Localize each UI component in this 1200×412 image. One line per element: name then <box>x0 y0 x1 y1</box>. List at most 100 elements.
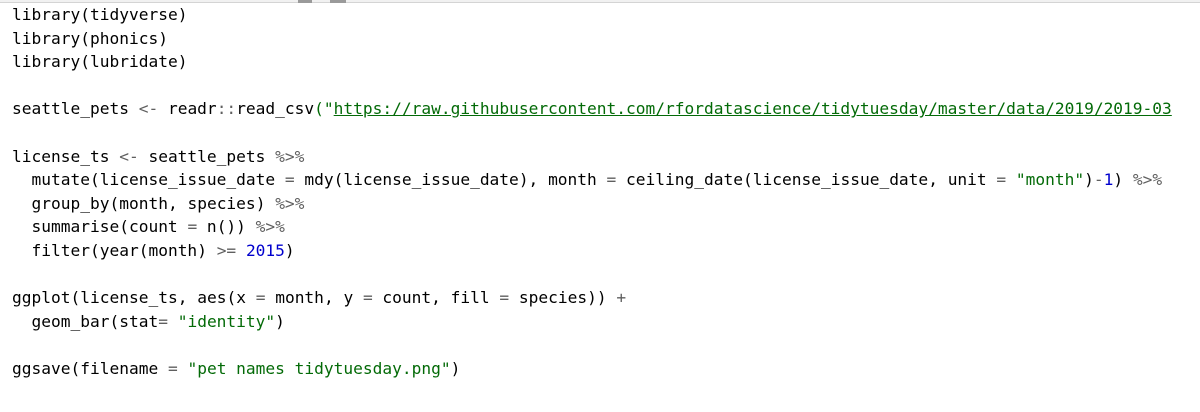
function-name-token: aes <box>197 288 227 308</box>
code-line-7[interactable]: license_ts <- seattle_pets %>% <box>12 145 1172 169</box>
punctuation-token: ) <box>284 240 295 260</box>
function-name-token: ceiling_date <box>616 170 743 190</box>
punctuation-token: ), <box>518 170 549 190</box>
code-line-13[interactable]: ggplot(license_ts, aes(x = month, y = co… <box>12 286 1172 310</box>
identifier-token: phonics <box>89 28 159 48</box>
punctuation-token: , <box>431 288 451 308</box>
code-line-11[interactable]: filter(year(month) >= 2015) <box>12 239 1172 263</box>
punctuation-token <box>1006 170 1016 189</box>
code-line-9[interactable]: group_by(month, species) %>% <box>12 192 1172 216</box>
operator-token: = <box>606 170 617 190</box>
identifier-token: seattle_pets <box>138 146 276 166</box>
function-name-token: library <box>12 28 81 48</box>
function-name-token: ggsave <box>12 358 71 378</box>
punctuation-token: ( <box>70 358 81 378</box>
number-token: 1 <box>1103 170 1114 190</box>
code-line-1[interactable]: library(tidyverse) <box>12 3 1172 27</box>
punctuation-token: ) <box>1113 170 1133 190</box>
code-line-6[interactable] <box>12 121 1172 145</box>
function-name-token: year <box>99 240 139 260</box>
punctuation-token: ) <box>255 193 276 213</box>
identifier-token: lubridate <box>89 52 178 72</box>
identifier-token: seattle_pets <box>12 99 139 119</box>
code-line-3[interactable]: library(lubridate) <box>12 50 1172 74</box>
punctuation-token <box>236 241 246 260</box>
operator-token: = <box>187 217 198 237</box>
operator-token: = <box>255 288 266 308</box>
punctuation-token: ) <box>1084 170 1094 190</box>
function-name-token: n <box>197 217 217 237</box>
identifier-token: license_issue_date <box>343 170 519 190</box>
code-line-8[interactable]: mutate(license_issue_date = mdy(license_… <box>12 168 1172 192</box>
operator-token: %>% <box>275 146 305 166</box>
punctuation-token: ( <box>89 170 100 190</box>
operator-token: = <box>284 170 295 190</box>
punctuation-token: , <box>177 288 198 308</box>
identifier-token: tidyverse <box>89 5 178 24</box>
punctuation-token: , <box>167 193 188 213</box>
operator-token: + <box>616 288 627 308</box>
punctuation-token: ( <box>80 5 90 24</box>
operator-token: %>% <box>1132 170 1163 190</box>
punctuation-token <box>168 312 178 331</box>
punctuation-token <box>178 359 188 378</box>
operator-token: <- <box>138 99 159 119</box>
punctuation-token: ( <box>109 193 120 213</box>
punctuation-token: ( <box>119 217 129 237</box>
punctuation-token: ( <box>109 311 120 331</box>
punctuation-token: ()) <box>216 217 256 237</box>
string-token: "identity" <box>177 311 276 331</box>
punctuation-token: )) <box>587 288 617 308</box>
number-token: 2015 <box>245 240 285 260</box>
identifier-token: count <box>128 217 188 237</box>
punctuation-token: ( <box>80 52 90 72</box>
identifier-token: x <box>236 288 256 308</box>
punctuation-token: ( <box>138 240 149 260</box>
punctuation-token: ( <box>70 288 81 308</box>
code-line-5[interactable]: seattle_pets <- readr::read_csv("https:/… <box>12 97 1172 121</box>
function-name-token: geom_bar <box>12 311 110 331</box>
url-token: https://raw.githubusercontent.com/rforda… <box>333 99 1172 119</box>
identifier-token: license_ts <box>80 288 178 308</box>
identifier-token: filename <box>80 358 168 378</box>
code-line-15[interactable] <box>12 333 1172 357</box>
code-area[interactable]: library(tidyverse) library(phonics) librar… <box>12 3 1172 381</box>
operator-token: = <box>158 311 168 331</box>
operator-token: >= <box>216 240 237 260</box>
punctuation-token: ( <box>80 28 90 48</box>
function-name-token: filter <box>12 240 90 260</box>
punctuation-token: ) <box>450 358 461 378</box>
operator-token: <- <box>119 146 139 166</box>
code-line-14[interactable]: geom_bar(stat= "identity") <box>12 310 1172 334</box>
identifier-token: month <box>148 240 198 260</box>
operator-token: %>% <box>275 193 305 213</box>
function-name-token: mutate <box>12 170 90 190</box>
punctuation-token: , <box>323 288 344 308</box>
identifier-token: count <box>372 288 432 308</box>
identifier-token: species <box>509 288 588 308</box>
punctuation-token: ) <box>177 52 188 72</box>
function-name-token: ggplot <box>12 288 71 308</box>
operator-token: - <box>1093 170 1104 190</box>
code-line-2[interactable]: library(phonics) <box>12 27 1172 51</box>
identifier-token: month <box>548 170 607 190</box>
punctuation-token: , <box>928 170 948 190</box>
code-line-16[interactable]: ggsave(filename = "pet names tidytuesday… <box>12 357 1172 381</box>
identifier-token: readr <box>158 99 217 119</box>
identifier-token: unit <box>947 170 997 190</box>
punctuation-token: ( <box>89 240 100 260</box>
code-line-12[interactable] <box>12 263 1172 287</box>
punctuation-token: ) <box>177 5 188 24</box>
string-token: "pet names tidytuesday.png" <box>187 358 451 378</box>
code-line-10[interactable]: summarise(count = n()) %>% <box>12 215 1172 239</box>
identifier-token: month <box>119 193 168 213</box>
code-editor[interactable]: library(tidyverse) library(phonics) librar… <box>0 0 1200 412</box>
string-token: "month" <box>1015 170 1085 190</box>
operator-token: = <box>996 170 1007 190</box>
identifier-token: stat <box>119 311 159 331</box>
punctuation-token: ( <box>743 170 753 190</box>
code-line-4[interactable] <box>12 74 1172 98</box>
punctuation-token: ( <box>333 170 344 190</box>
identifier-token: y <box>343 288 363 308</box>
punctuation-token: ) <box>197 240 217 260</box>
